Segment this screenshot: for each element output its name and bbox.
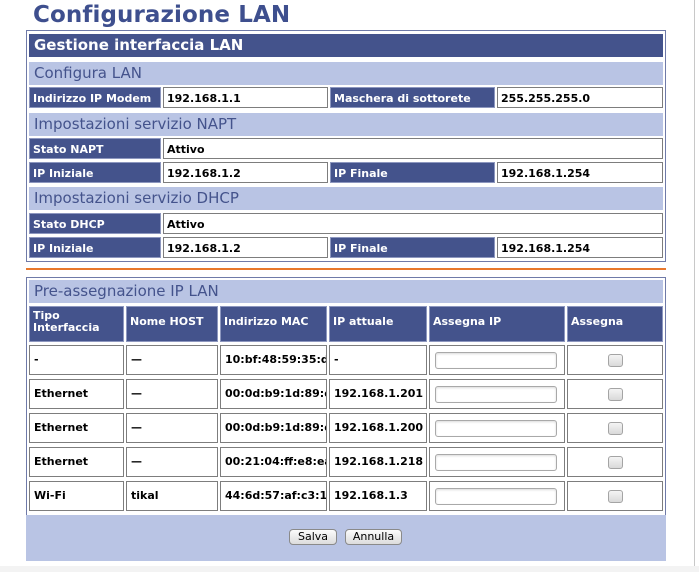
row-host: —: [126, 379, 218, 409]
dhcp-start-ip-value: 192.168.1.2: [163, 237, 328, 258]
assign-checkbox[interactable]: [608, 388, 623, 401]
row-assign-ip-cell: [429, 413, 565, 443]
configura-lan-section-title: Configura LAN: [29, 62, 663, 85]
modem-ip-value: 192.168.1.1: [163, 87, 328, 108]
row-assign-cell: [567, 345, 663, 375]
column-header-host: Nome HOST: [126, 306, 218, 342]
napt-end-ip-value: 192.168.1.254: [497, 162, 663, 183]
lan-panel-header: Gestione interfaccia LAN: [29, 34, 663, 57]
row-current-ip: 192.168.1.3: [329, 481, 427, 511]
dhcp-end-ip-label: IP Finale: [330, 237, 495, 258]
row-mac: 44:6d:57:af:c3:13: [220, 481, 327, 511]
save-button[interactable]: Salva: [289, 529, 337, 545]
dhcp-state-label: Stato DHCP: [29, 213, 161, 234]
napt-end-ip-label: IP Finale: [330, 162, 495, 183]
column-header-type: Tipo Interfaccia: [29, 306, 124, 342]
row-mac: 10:bf:48:59:35:d5: [220, 345, 327, 375]
subnet-mask-label: Maschera di sottorete: [330, 87, 495, 108]
row-assign-cell: [567, 379, 663, 409]
row-type: Ethernet: [29, 413, 124, 443]
row-host: —: [126, 345, 218, 375]
napt-start-ip-label: IP Iniziale: [29, 162, 161, 183]
lan-interface-panel: Gestione interfaccia LAN Configura LAN I…: [26, 30, 666, 262]
dhcp-start-ip-label: IP Iniziale: [29, 237, 161, 258]
row-assign-ip-cell: [429, 481, 565, 511]
dhcp-section-title: Impostazioni servizio DHCP: [29, 187, 663, 210]
page-title: Configurazione LAN: [33, 2, 291, 28]
row-current-ip: 192.168.1.218: [329, 447, 427, 477]
row-assign-cell: [567, 447, 663, 477]
assign-ip-input[interactable]: [435, 488, 557, 505]
subnet-mask-value: 255.255.255.0: [497, 87, 663, 108]
row-current-ip: -: [329, 345, 427, 375]
section-divider: [26, 268, 666, 270]
row-type: Ethernet: [29, 447, 124, 477]
row-host: tikal: [126, 481, 218, 511]
modem-ip-label: Indirizzo IP Modem: [29, 87, 161, 108]
row-current-ip: 192.168.1.201: [329, 379, 427, 409]
assign-ip-input[interactable]: [435, 420, 557, 437]
napt-start-ip-value: 192.168.1.2: [163, 162, 328, 183]
dhcp-state-value: Attivo: [163, 213, 663, 234]
assign-ip-input[interactable]: [435, 352, 557, 369]
form-actions-bar: Salva Annulla: [26, 515, 666, 561]
napt-state-value: Attivo: [163, 138, 663, 159]
assign-ip-input[interactable]: [435, 454, 557, 471]
row-host: —: [126, 447, 218, 477]
column-header-current-ip: IP attuale: [329, 306, 427, 342]
prealloc-section-title: Pre-assegnazione IP LAN: [29, 280, 663, 303]
cancel-button[interactable]: Annulla: [345, 529, 402, 545]
row-type: Ethernet: [29, 379, 124, 409]
window-edge: [694, 0, 695, 572]
assign-checkbox[interactable]: [608, 354, 623, 367]
row-current-ip: 192.168.1.200: [329, 413, 427, 443]
napt-section-title: Impostazioni servizio NAPT: [29, 113, 663, 136]
column-header-assign: Assegna: [567, 306, 663, 342]
ip-preallocation-panel: Pre-assegnazione IP LAN Tipo Interfaccia…: [26, 277, 666, 515]
row-assign-ip-cell: [429, 379, 565, 409]
row-assign-cell: [567, 481, 663, 511]
row-assign-ip-cell: [429, 345, 565, 375]
row-host: —: [126, 413, 218, 443]
row-type: Wi-Fi: [29, 481, 124, 511]
row-assign-cell: [567, 413, 663, 443]
assign-ip-input[interactable]: [435, 386, 557, 403]
assign-checkbox[interactable]: [608, 422, 623, 435]
napt-state-label: Stato NAPT: [29, 138, 161, 159]
row-type: -: [29, 345, 124, 375]
dhcp-end-ip-value: 192.168.1.254: [497, 237, 663, 258]
row-mac: 00:0d:b9:1d:89:c8: [220, 413, 327, 443]
assign-checkbox[interactable]: [608, 490, 623, 503]
column-header-assign-ip: Assegna IP: [429, 306, 565, 342]
assign-checkbox[interactable]: [608, 456, 623, 469]
row-assign-ip-cell: [429, 447, 565, 477]
window-bottom-edge: [0, 566, 699, 572]
row-mac: 00:0d:b9:1d:89:ca: [220, 379, 327, 409]
row-mac: 00:21:04:ff:e8:ea: [220, 447, 327, 477]
column-header-mac: Indirizzo MAC: [220, 306, 327, 342]
